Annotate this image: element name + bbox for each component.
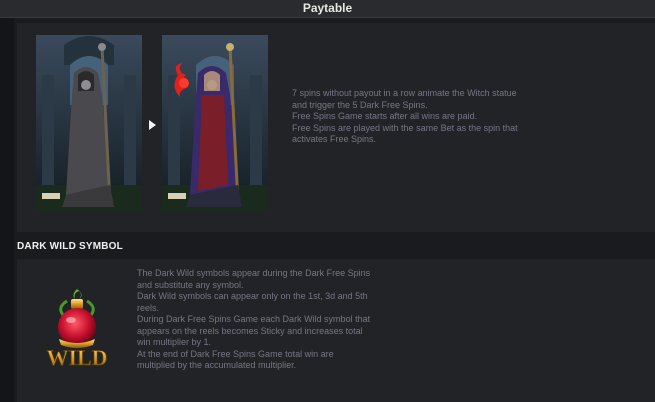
- free-spins-line: Free Spins Game starts after all wins ar…: [292, 111, 478, 121]
- witch-statue-image: [36, 35, 142, 211]
- triangle-right-icon: [149, 120, 156, 130]
- dark-wild-line: reels.: [137, 302, 160, 313]
- dark-wild-line: The Dark Wild symbols appear during the …: [137, 268, 371, 278]
- free-spins-line: and trigger the 5 Dark Free Spins.: [292, 99, 428, 110]
- wild-symbol-icon: WILD: [37, 287, 117, 370]
- page-title: Paytable: [302, 1, 353, 15]
- dark-wild-line: Dark Wild symbols can appear only on the…: [137, 291, 368, 301]
- dark-wild-description: The Dark Wild symbols appear during the …: [137, 268, 427, 372]
- dark-wild-section-header: DARK WILD SYMBOL: [14, 235, 655, 259]
- witch-animated-image: [162, 35, 268, 211]
- free-spins-line: Free Spins are played with the same Bet …: [292, 122, 518, 133]
- free-spins-line: 7 spins without payout in a row animate …: [292, 88, 517, 98]
- dark-wild-line: During Dark Free Spins Game each Dark Wi…: [137, 314, 371, 324]
- dark-wild-line: multiplied by the accumulated multiplier…: [137, 360, 297, 370]
- free-spins-description: 7 spins without payout in a row animate …: [292, 88, 592, 146]
- dark-wild-line: and substitute any symbol.: [137, 279, 244, 290]
- wild-symbol-text: WILD: [46, 345, 107, 369]
- section-title: DARK WILD SYMBOL: [17, 241, 123, 252]
- dark-wild-line: At the end of Dark Free Spins Game total…: [137, 348, 334, 359]
- dark-wild-panel: WILD The Dark Wild symbols appear during…: [17, 259, 655, 402]
- dark-wild-line: win multiplier by 1.: [137, 337, 212, 347]
- top-bar: Paytable: [0, 0, 655, 18]
- left-gutter: [0, 18, 14, 402]
- free-spins-line: activates Free Spins.: [292, 134, 377, 144]
- free-spins-panel: 7 spins without payout in a row animate …: [17, 23, 655, 232]
- dark-wild-line: appears on the reels becomes Sticky and …: [137, 325, 363, 336]
